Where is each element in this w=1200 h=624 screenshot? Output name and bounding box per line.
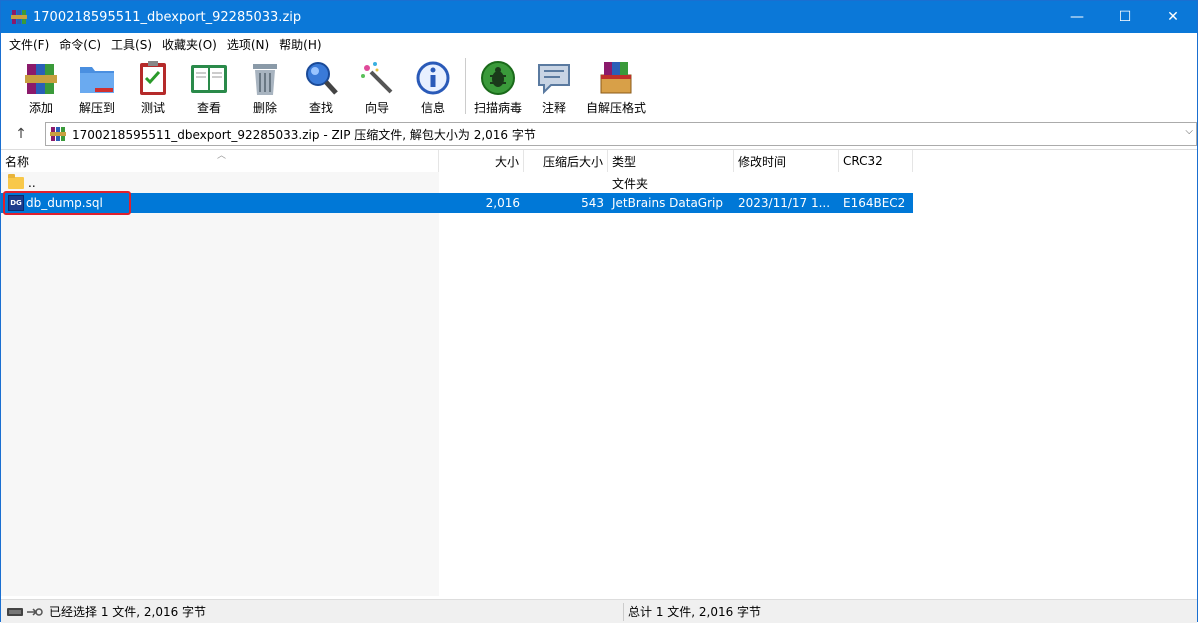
comment-label: 注释 xyxy=(541,101,566,115)
test-button[interactable]: 测试 xyxy=(127,54,179,116)
path-field[interactable]: 1700218595511_dbexport_92285033.zip - ZI… xyxy=(45,122,1197,146)
test-label: 测试 xyxy=(140,101,165,115)
virus-scan-label: 扫描病毒 xyxy=(473,101,522,115)
wizard-button[interactable]: 向导 xyxy=(351,54,403,116)
toolbar: 添加 解压到 测试 查看 删除 查找 向导 信息 扫描病毒 注释 自解压格式 xyxy=(1,54,1197,120)
status-divider xyxy=(623,602,624,621)
menu-tools[interactable]: 工具(S) xyxy=(106,36,157,53)
header-modified[interactable]: 修改时间 xyxy=(734,150,839,172)
info-icon xyxy=(413,58,453,98)
menu-bar: 文件(F) 命令(C) 工具(S) 收藏夹(O) 选项(N) 帮助(H) xyxy=(1,34,1197,54)
table-row[interactable]: .. 文件夹 xyxy=(1,173,913,193)
menu-commands[interactable]: 命令(C) xyxy=(54,36,106,53)
view-label: 查看 xyxy=(196,101,221,115)
row-crc: E164BEC2 xyxy=(843,196,906,210)
header-type-label: 类型 xyxy=(612,154,637,169)
header-size-label: 大小 xyxy=(494,154,519,169)
row-type: JetBrains DataGrip xyxy=(612,196,723,210)
name-column-shade xyxy=(1,172,439,596)
row-packed xyxy=(524,173,608,193)
chevron-down-icon[interactable]: ⌵ xyxy=(1185,126,1193,137)
status-selection: 已经选择 1 文件, 2,016 字节 xyxy=(49,605,207,619)
sort-arrow-icon: ︿ xyxy=(217,151,227,161)
view-book-icon xyxy=(189,58,229,98)
header-modified-label: 修改时间 xyxy=(738,154,787,169)
info-button[interactable]: 信息 xyxy=(407,54,459,116)
add-button[interactable]: 添加 xyxy=(15,54,67,116)
status-total: 总计 1 文件, 2,016 字节 xyxy=(628,605,762,619)
add-label: 添加 xyxy=(28,101,53,115)
row-modified xyxy=(734,173,839,193)
menu-options[interactable]: 选项(N) xyxy=(222,36,274,53)
row-size: 2,016 xyxy=(485,196,520,210)
folder-icon xyxy=(8,174,24,189)
virus-scan-icon xyxy=(478,58,518,98)
header-name[interactable]: 名称 ︿ xyxy=(1,150,439,172)
header-name-label: 名称 xyxy=(5,154,30,169)
magic-wand-icon xyxy=(357,58,397,98)
sfx-label: 自解压格式 xyxy=(585,101,646,115)
sfx-box-icon xyxy=(596,58,636,98)
extract-to-label: 解压到 xyxy=(78,101,115,115)
extract-to-button[interactable]: 解压到 xyxy=(71,54,123,116)
row-crc xyxy=(839,173,913,193)
window-title: 1700218595511_dbexport_92285033.zip xyxy=(33,9,302,25)
table-row-selected[interactable]: DG db_dump.sql 2,016 543 JetBrains DataG… xyxy=(1,193,913,213)
status-bar: 已经选择 1 文件, 2,016 字节 总计 1 文件, 2,016 字节 xyxy=(1,599,1197,623)
list-header: 名称 ︿ 大小 压缩后大小 类型 修改时间 CRC32 xyxy=(1,150,1197,172)
extract-folder-icon xyxy=(77,58,117,98)
wizard-label: 向导 xyxy=(364,101,389,115)
menu-file[interactable]: 文件(F) xyxy=(4,36,54,53)
close-button[interactable]: ✕ xyxy=(1149,1,1197,33)
row-name: .. xyxy=(28,176,36,190)
maximize-button[interactable]: ☐ xyxy=(1101,1,1149,33)
magnifier-icon xyxy=(301,58,341,98)
virus-scan-button[interactable]: 扫描病毒 xyxy=(472,54,524,116)
up-arrow-icon[interactable]: ↑ xyxy=(1,122,41,146)
header-size[interactable]: 大小 xyxy=(439,150,524,172)
header-type[interactable]: 类型 xyxy=(608,150,734,172)
add-archive-icon xyxy=(21,58,61,98)
row-modified: 2023/11/17 1... xyxy=(738,196,831,210)
highlight-box xyxy=(3,191,131,215)
view-button[interactable]: 查看 xyxy=(183,54,235,116)
menu-help[interactable]: 帮助(H) xyxy=(274,36,326,53)
row-name-cell: .. xyxy=(1,173,439,193)
find-button[interactable]: 查找 xyxy=(295,54,347,116)
winrar-window: 1700218595511_dbexport_92285033.zip — ☐ … xyxy=(0,0,1198,623)
minimize-button[interactable]: — xyxy=(1053,1,1101,33)
header-crc-label: CRC32 xyxy=(843,154,883,168)
path-text: 1700218595511_dbexport_92285033.zip - ZI… xyxy=(72,127,536,142)
trash-icon xyxy=(245,58,285,98)
file-list: 名称 ︿ 大小 压缩后大小 类型 修改时间 CRC32 .. 文件夹 DG db… xyxy=(1,149,1197,596)
header-packed-label: 压缩后大小 xyxy=(542,154,603,169)
info-label: 信息 xyxy=(420,101,445,115)
header-packed-size[interactable]: 压缩后大小 xyxy=(524,150,608,172)
title-bar[interactable]: 1700218595511_dbexport_92285033.zip — ☐ … xyxy=(1,1,1197,33)
delete-button[interactable]: 删除 xyxy=(239,54,291,116)
row-size xyxy=(439,173,524,193)
delete-label: 删除 xyxy=(252,101,277,115)
find-label: 查找 xyxy=(308,101,333,115)
row-packed: 543 xyxy=(581,196,604,210)
row-type: 文件夹 xyxy=(612,176,649,191)
comment-icon xyxy=(534,58,574,98)
winrar-app-icon xyxy=(11,9,27,25)
test-clipboard-icon xyxy=(133,58,173,98)
comment-button[interactable]: 注释 xyxy=(528,54,580,116)
sfx-button[interactable]: 自解压格式 xyxy=(584,54,648,116)
address-bar: ↑ 1700218595511_dbexport_92285033.zip - … xyxy=(1,122,1197,146)
drive-icon xyxy=(7,605,43,619)
header-crc32[interactable]: CRC32 xyxy=(839,150,913,172)
zip-archive-icon xyxy=(50,126,66,142)
menu-favorites[interactable]: 收藏夹(O) xyxy=(157,36,222,53)
toolbar-separator xyxy=(465,58,466,114)
